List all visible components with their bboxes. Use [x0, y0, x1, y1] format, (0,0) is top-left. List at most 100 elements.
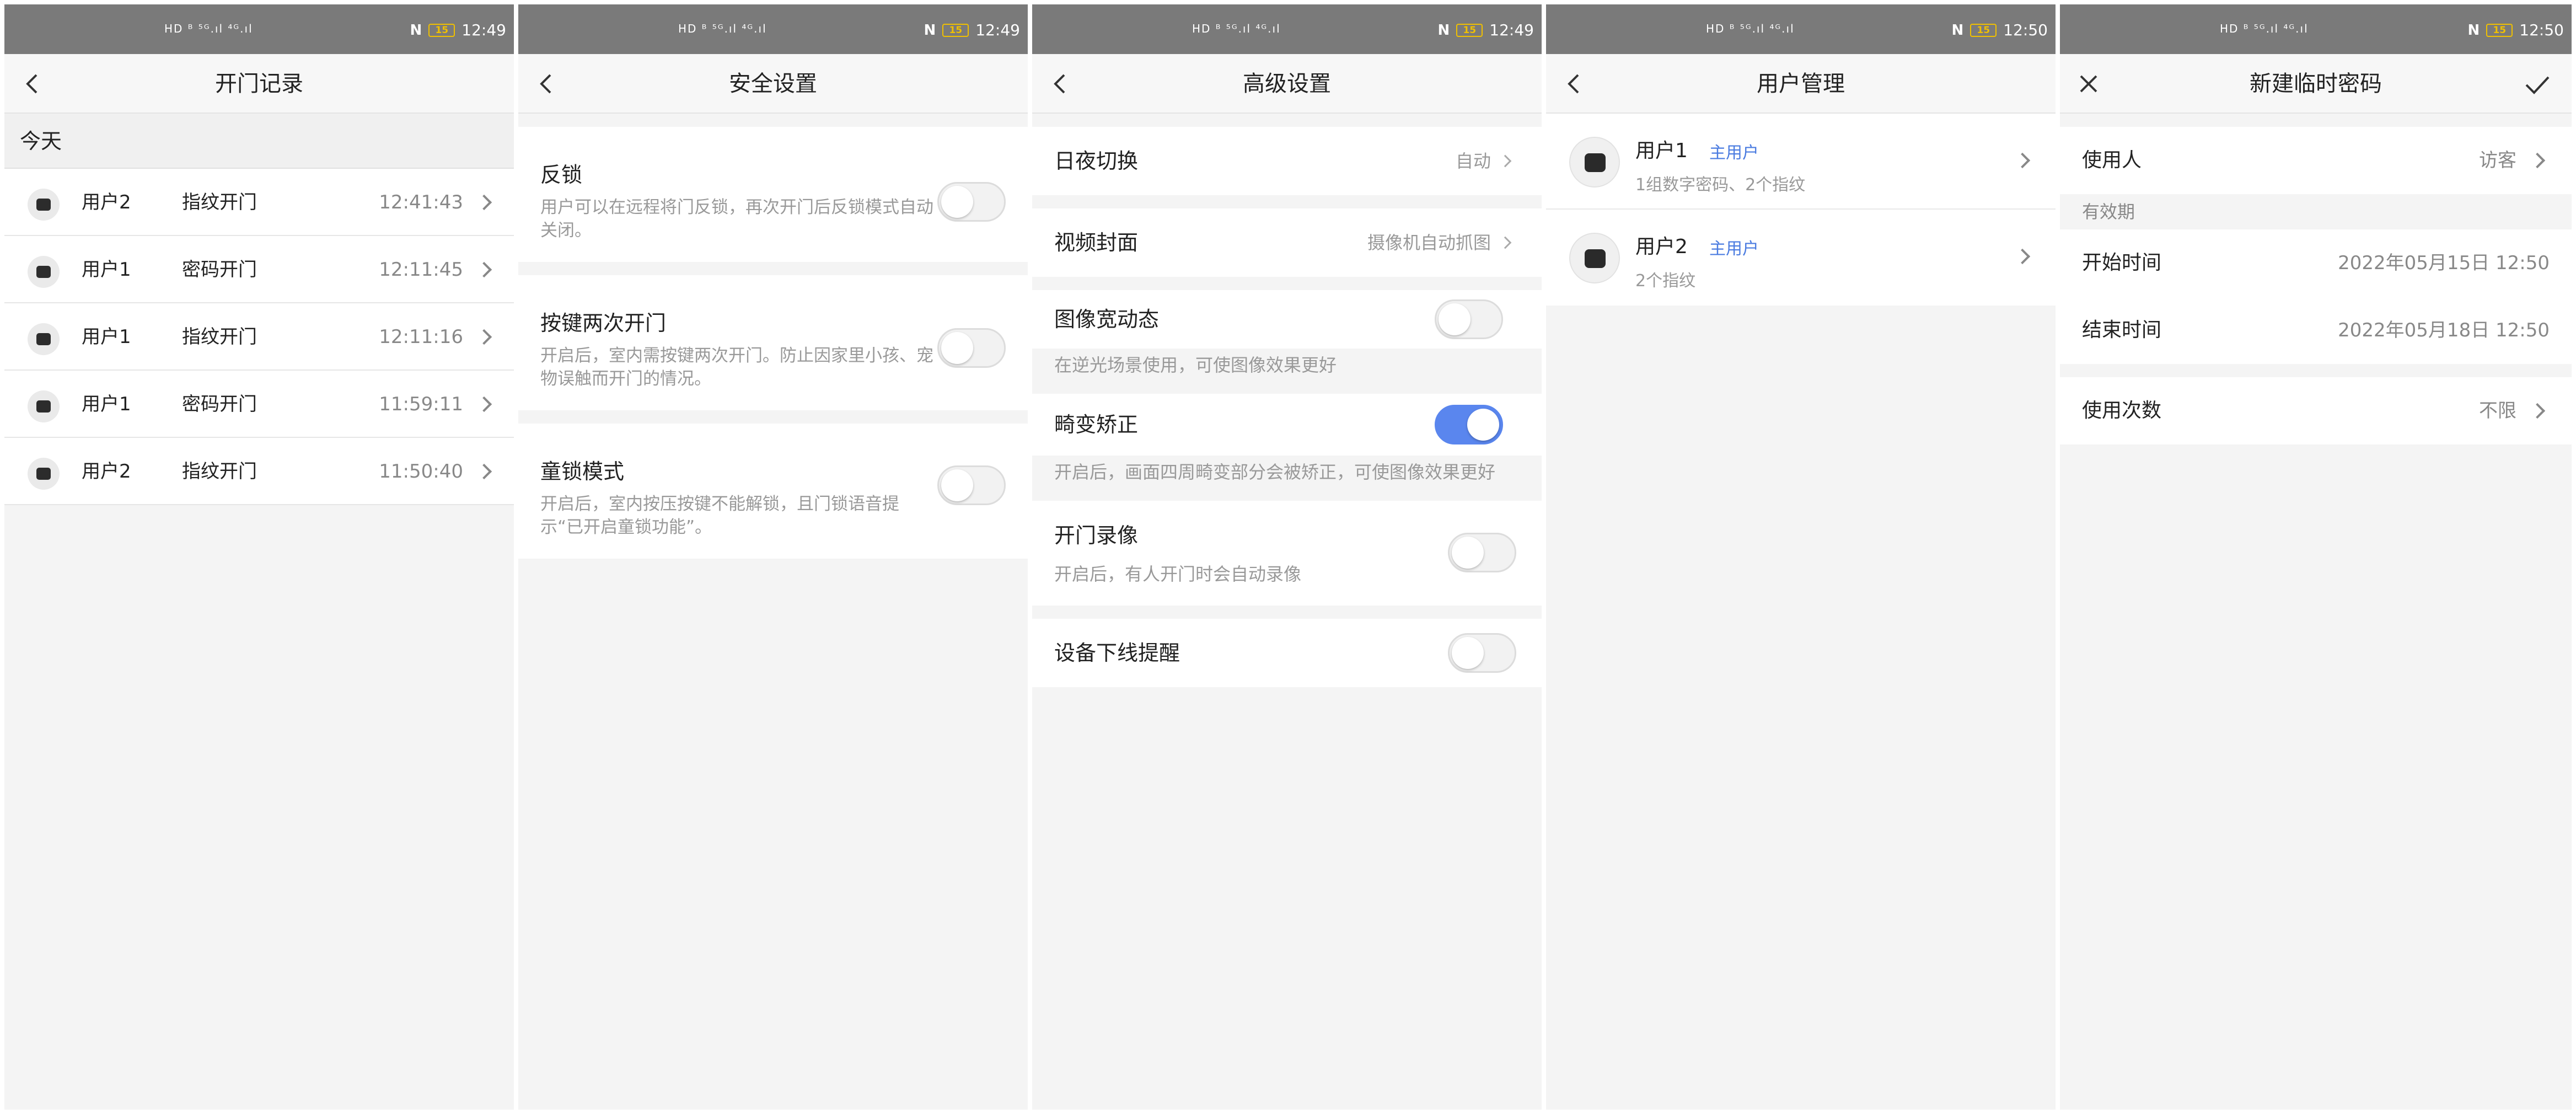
signal-icons: HD ᴮ ⁵ᴳ.ıl ⁴ᴳ.ıl: [2220, 22, 2309, 35]
signal-icons: HD ᴮ ⁵ᴳ.ıl ⁴ᴳ.ıl: [1706, 22, 1795, 35]
battery-icon: 15: [2486, 23, 2513, 37]
screen-user-management: HD ᴮ ⁵ᴳ.ıl ⁴ᴳ.ıl N 15 12:50 用户管理 用户1 主用户…: [1546, 4, 2056, 1110]
door-record-hint: 开启后，有人开门时会自动录像: [1054, 564, 1302, 585]
page-title: 新建临时密码: [2250, 71, 2382, 97]
record-row[interactable]: 用户1 指纹开门 12:11:16: [4, 303, 514, 371]
divider: [1032, 195, 1542, 208]
user-row[interactable]: 用户1 主用户 1组数字密码、2个指纹: [1546, 114, 2056, 210]
record-time: 11:59:11: [379, 393, 463, 415]
user-role-badge: 主用户: [1709, 143, 1759, 163]
offline-alert-toggle[interactable]: [1448, 633, 1516, 673]
usage-count-row[interactable]: 使用次数 不限: [2060, 377, 2572, 444]
status-bar: HD ᴮ ⁵ᴳ.ıl ⁴ᴳ.ıl N 15 12:49: [518, 4, 1028, 54]
video-cover-value: 摄像机自动抓图: [1367, 232, 1491, 253]
record-method: 密码开门: [182, 393, 257, 415]
status-time: 12:49: [975, 21, 1020, 39]
record-row[interactable]: 用户1 密码开门 11:59:11: [4, 371, 514, 438]
setting-child-lock: 童锁模式 开启后，室内按压按键不能解锁，且门锁语音提示“已开启童锁功能”。: [518, 410, 1028, 559]
record-list: 用户2 指纹开门 12:41:43 用户1 密码开门 12:11:45 用户1 …: [4, 169, 514, 505]
setting-title: 反锁: [540, 163, 583, 187]
status-time: 12:50: [2519, 21, 2564, 39]
chevron-right-icon: [476, 463, 492, 480]
record-method: 指纹开门: [182, 191, 257, 213]
child-lock-toggle[interactable]: [937, 465, 1006, 505]
section-header-today: 今天: [4, 114, 514, 169]
video-cover-label: 视频封面: [1054, 231, 1139, 255]
double-press-toggle[interactable]: [937, 328, 1006, 368]
divider: [2060, 114, 2572, 127]
record-row[interactable]: 用户2 指纹开门 12:41:43: [4, 169, 514, 236]
screen-security-settings: HD ᴮ ⁵ᴳ.ıl ⁴ᴳ.ıl N 15 12:49 安全设置 反锁 用户可以…: [518, 4, 1028, 1110]
user-value: 访客: [2479, 149, 2516, 172]
nav-bar: 高级设置: [1032, 54, 1542, 114]
start-time-label: 开始时间: [2082, 251, 2162, 274]
chevron-right-icon: [476, 261, 492, 278]
user-select-row[interactable]: 使用人 访客: [2060, 127, 2572, 194]
setting-desc: 用户可以在远程将门反锁，再次开门后反锁模式自动关闭。: [540, 197, 933, 240]
battery-icon: 15: [942, 23, 969, 37]
check-icon[interactable]: [2523, 71, 2552, 99]
avatar: [1569, 233, 1620, 283]
distortion-row: 畸变矫正: [1032, 394, 1542, 456]
chevron-right-icon: [2014, 248, 2031, 265]
nfc-icon: N: [924, 22, 936, 39]
distortion-toggle[interactable]: [1435, 405, 1503, 444]
wdr-label: 图像宽动态: [1054, 307, 1160, 331]
battery-icon: 15: [1970, 23, 1997, 37]
record-method: 指纹开门: [182, 326, 257, 348]
nav-bar: 新建临时密码: [2060, 54, 2572, 114]
door-record-label: 开门录像: [1054, 523, 1139, 548]
lock-device-icon: [28, 323, 60, 355]
distortion-hint: 开启后，画面四周畸变部分会被矫正，可使图像效果更好: [1032, 456, 1542, 501]
wdr-row: 图像宽动态: [1032, 290, 1542, 349]
chevron-right-icon: [2014, 152, 2031, 169]
usage-count-label: 使用次数: [2082, 399, 2162, 422]
record-method: 指纹开门: [182, 460, 257, 483]
setting-desc: 开启后，室内按压按键不能解锁，且门锁语音提示“已开启童锁功能”。: [540, 494, 899, 537]
end-time-row[interactable]: 结束时间 2022年05月18日 12:50: [2060, 297, 2572, 364]
record-row[interactable]: 用户2 指纹开门 11:50:40: [4, 438, 514, 505]
end-time-label: 结束时间: [2082, 319, 2162, 341]
setting-double-press: 按键两次开门 开启后，室内需按键两次开门。防止因家里小孩、宠物误触而开门的情况。: [518, 262, 1028, 410]
validity-header: 有效期: [2060, 194, 2572, 229]
start-time-row[interactable]: 开始时间 2022年05月15日 12:50: [2060, 229, 2572, 297]
signal-icons: HD ᴮ ⁵ᴳ.ıl ⁴ᴳ.ıl: [164, 22, 253, 35]
security-options: 反锁 用户可以在远程将门反锁，再次开门后反锁模式自动关闭。 按键两次开门 开启后…: [518, 127, 1028, 559]
page-title: 用户管理: [1757, 71, 1845, 97]
video-cover-row[interactable]: 视频封面 摄像机自动抓图: [1032, 208, 1542, 277]
user-label: 使用人: [2082, 149, 2142, 172]
status-bar: HD ᴮ ⁵ᴳ.ıl ⁴ᴳ.ıl N 15 12:50: [1546, 4, 2056, 54]
setting-deadlock: 反锁 用户可以在远程将门反锁，再次开门后反锁模式自动关闭。: [518, 127, 1028, 262]
record-time: 12:41:43: [379, 191, 463, 213]
user-name: 用户2: [1635, 235, 1688, 258]
status-time: 12:49: [461, 21, 506, 39]
wdr-toggle[interactable]: [1435, 299, 1503, 339]
lock-device-icon: [28, 189, 60, 221]
lock-device-icon: [28, 390, 60, 422]
user-row[interactable]: 用户2 主用户 2个指纹: [1546, 210, 2056, 306]
setting-desc: 开启后，室内需按键两次开门。防止因家里小孩、宠物误触而开门的情况。: [540, 346, 933, 389]
lock-device-icon: [28, 256, 60, 288]
user-credentials: 1组数字密码、2个指纹: [1635, 175, 1806, 195]
record-method: 密码开门: [182, 259, 257, 281]
signal-icons: HD ᴮ ⁵ᴳ.ıl ⁴ᴳ.ıl: [1192, 22, 1281, 35]
door-record-row: 开门录像 开启后，有人开门时会自动录像: [1032, 501, 1542, 606]
status-time: 12:50: [2003, 21, 2048, 39]
day-night-label: 日夜切换: [1054, 149, 1139, 173]
deadlock-toggle[interactable]: [937, 182, 1006, 222]
record-user: 用户1: [82, 259, 131, 281]
door-record-toggle[interactable]: [1448, 533, 1516, 572]
distortion-label: 畸变矫正: [1054, 413, 1139, 437]
chevron-right-icon: [476, 329, 492, 345]
user-list: 用户1 主用户 1组数字密码、2个指纹 用户2 主用户 2个指纹: [1546, 114, 2056, 306]
record-user: 用户1: [82, 326, 131, 348]
record-time: 11:50:40: [379, 460, 463, 483]
chevron-right-icon: [2529, 403, 2546, 419]
chevron-right-icon: [1499, 236, 1512, 249]
offline-alert-row: 设备下线提醒: [1032, 619, 1542, 687]
record-row[interactable]: 用户1 密码开门 12:11:45: [4, 236, 514, 303]
setting-title: 童锁模式: [540, 459, 625, 484]
day-night-row[interactable]: 日夜切换 自动: [1032, 127, 1542, 195]
screen-door-records: HD ᴮ ⁵ᴳ.ıl ⁴ᴳ.ıl N 15 12:49 开门记录 今天 用户2 …: [4, 4, 514, 1110]
record-user: 用户1: [82, 393, 131, 415]
